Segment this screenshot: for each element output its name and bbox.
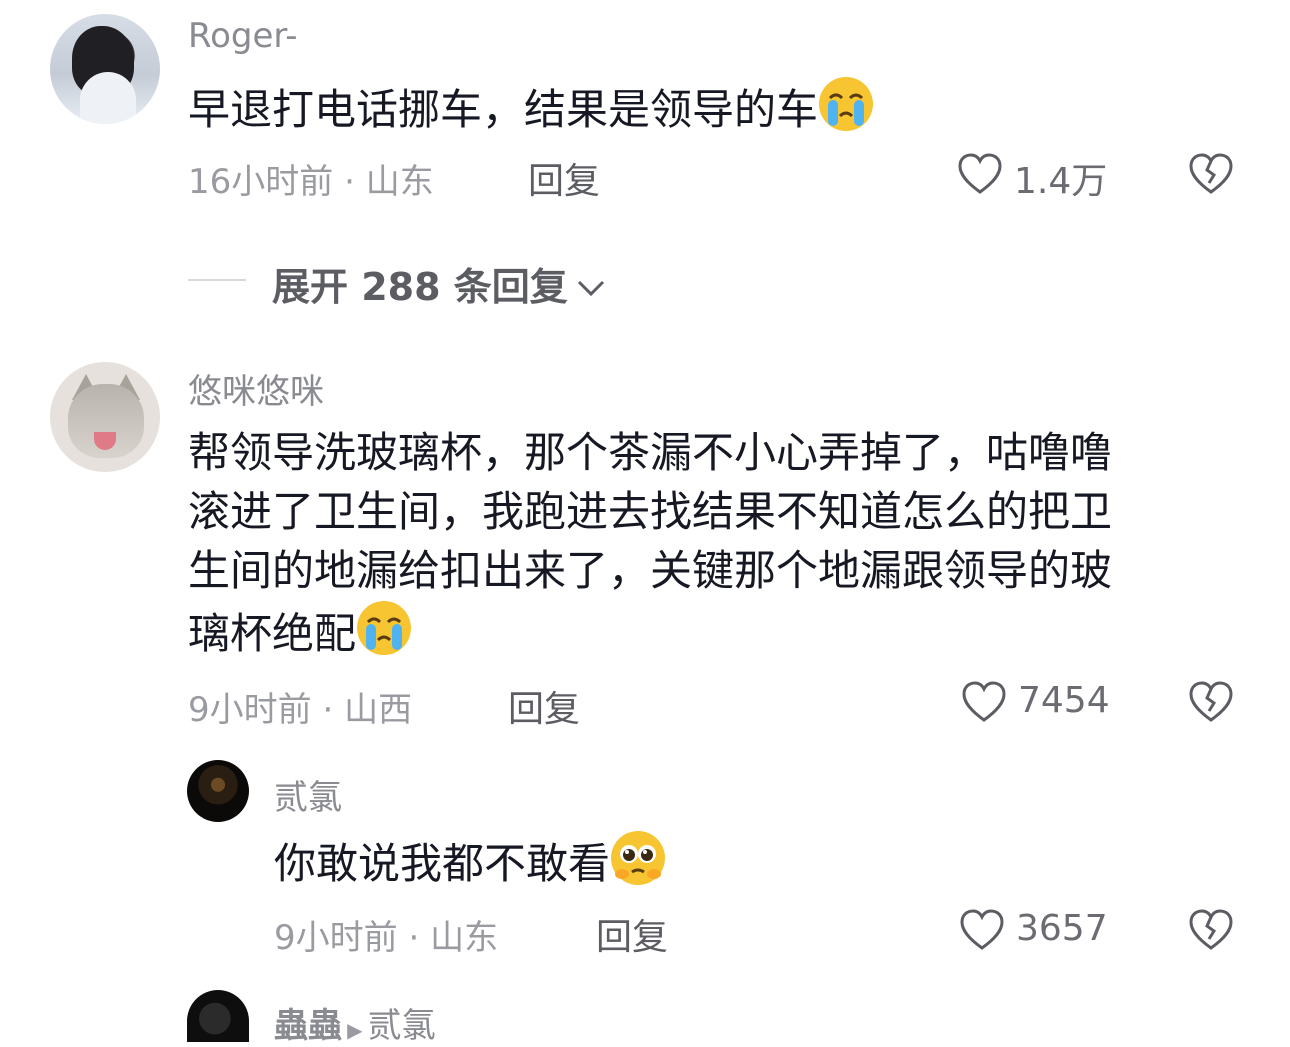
dislike-icon[interactable] [1186,906,1236,954]
dislike-icon[interactable] [1186,150,1236,198]
comment-location: 山西 [344,690,413,730]
avatar[interactable] [50,14,160,124]
crying-face-icon [357,601,412,655]
comment-text-line: 滚进了卫生间，我跑进去找结果不知道怎么的把卫 [188,487,1113,536]
expand-divider [188,279,246,281]
comment-text: 早退打电话挪车，结果是领导的车 [188,76,874,139]
comment-location: 山东 [430,918,499,958]
comment-meta: 9小时前 · 山西 [188,682,412,731]
meta-separator: · [333,162,366,202]
like-count: 1.4万 [1014,161,1108,202]
comment-meta: 9小时前 · 山东 [274,910,498,959]
comment-text-body: 早退打电话挪车，结果是领导的车 [188,85,819,134]
like-count: 7454 [1018,680,1110,721]
comment-time: 9小时前 [188,690,312,730]
comment-text: 帮领导洗玻璃杯，那个茶漏不小心弄掉了，咕噜噜 滚进了卫生间，我跑进去找结果不知道… [188,423,1248,663]
like-count: 3657 [1016,908,1108,949]
heart-icon [960,909,1004,950]
comment-text: 你敢说我都不敢看 [274,830,666,893]
heart-icon [958,153,1002,194]
comment-meta: 16小时前 · 山东 [188,154,434,203]
reply-header: 蟲蟲 ▶ 贰氯 [274,998,436,1047]
reply-button[interactable]: 回复 [596,908,668,960]
comment-username[interactable]: 悠咪悠咪 [188,364,324,413]
chevron-down-icon [577,280,604,297]
crying-face-icon [819,77,874,131]
pleading-face-icon [611,831,666,885]
comment-time: 9小时前 [274,918,398,958]
comment-text-line: 璃杯绝配 [188,609,357,658]
comment-time: 16小时前 [188,162,334,202]
reply-to-arrow-icon: ▶ [347,1018,363,1042]
avatar[interactable] [50,362,160,472]
comment-location: 山东 [365,162,434,202]
meta-separator: · [311,690,345,730]
comment-text-line: 帮领导洗玻璃杯，那个茶漏不小心弄掉了，咕噜噜 [188,428,1113,477]
avatar[interactable] [187,990,249,1042]
comment-username[interactable]: 蟲蟲 [274,1006,342,1046]
reply-button[interactable]: 回复 [528,152,600,204]
heart-icon [962,681,1006,722]
comment-username[interactable]: Roger- [188,16,297,56]
expand-label: 展开 288 条回复 [272,265,568,309]
reply-to-username[interactable]: 贰氯 [368,1006,436,1046]
avatar[interactable] [187,760,249,822]
dislike-icon[interactable] [1186,678,1236,726]
expand-replies-button[interactable]: 展开 288 条回复 [272,256,609,311]
reply-button[interactable]: 回复 [508,680,580,732]
avatar-body [80,72,136,124]
comment-username[interactable]: 贰氯 [274,770,342,819]
comment-text-body: 你敢说我都不敢看 [274,839,611,888]
comment-text-line: 生间的地漏给扣出来了，关键那个地漏跟领导的玻 [188,546,1113,595]
meta-separator: · [397,918,431,958]
